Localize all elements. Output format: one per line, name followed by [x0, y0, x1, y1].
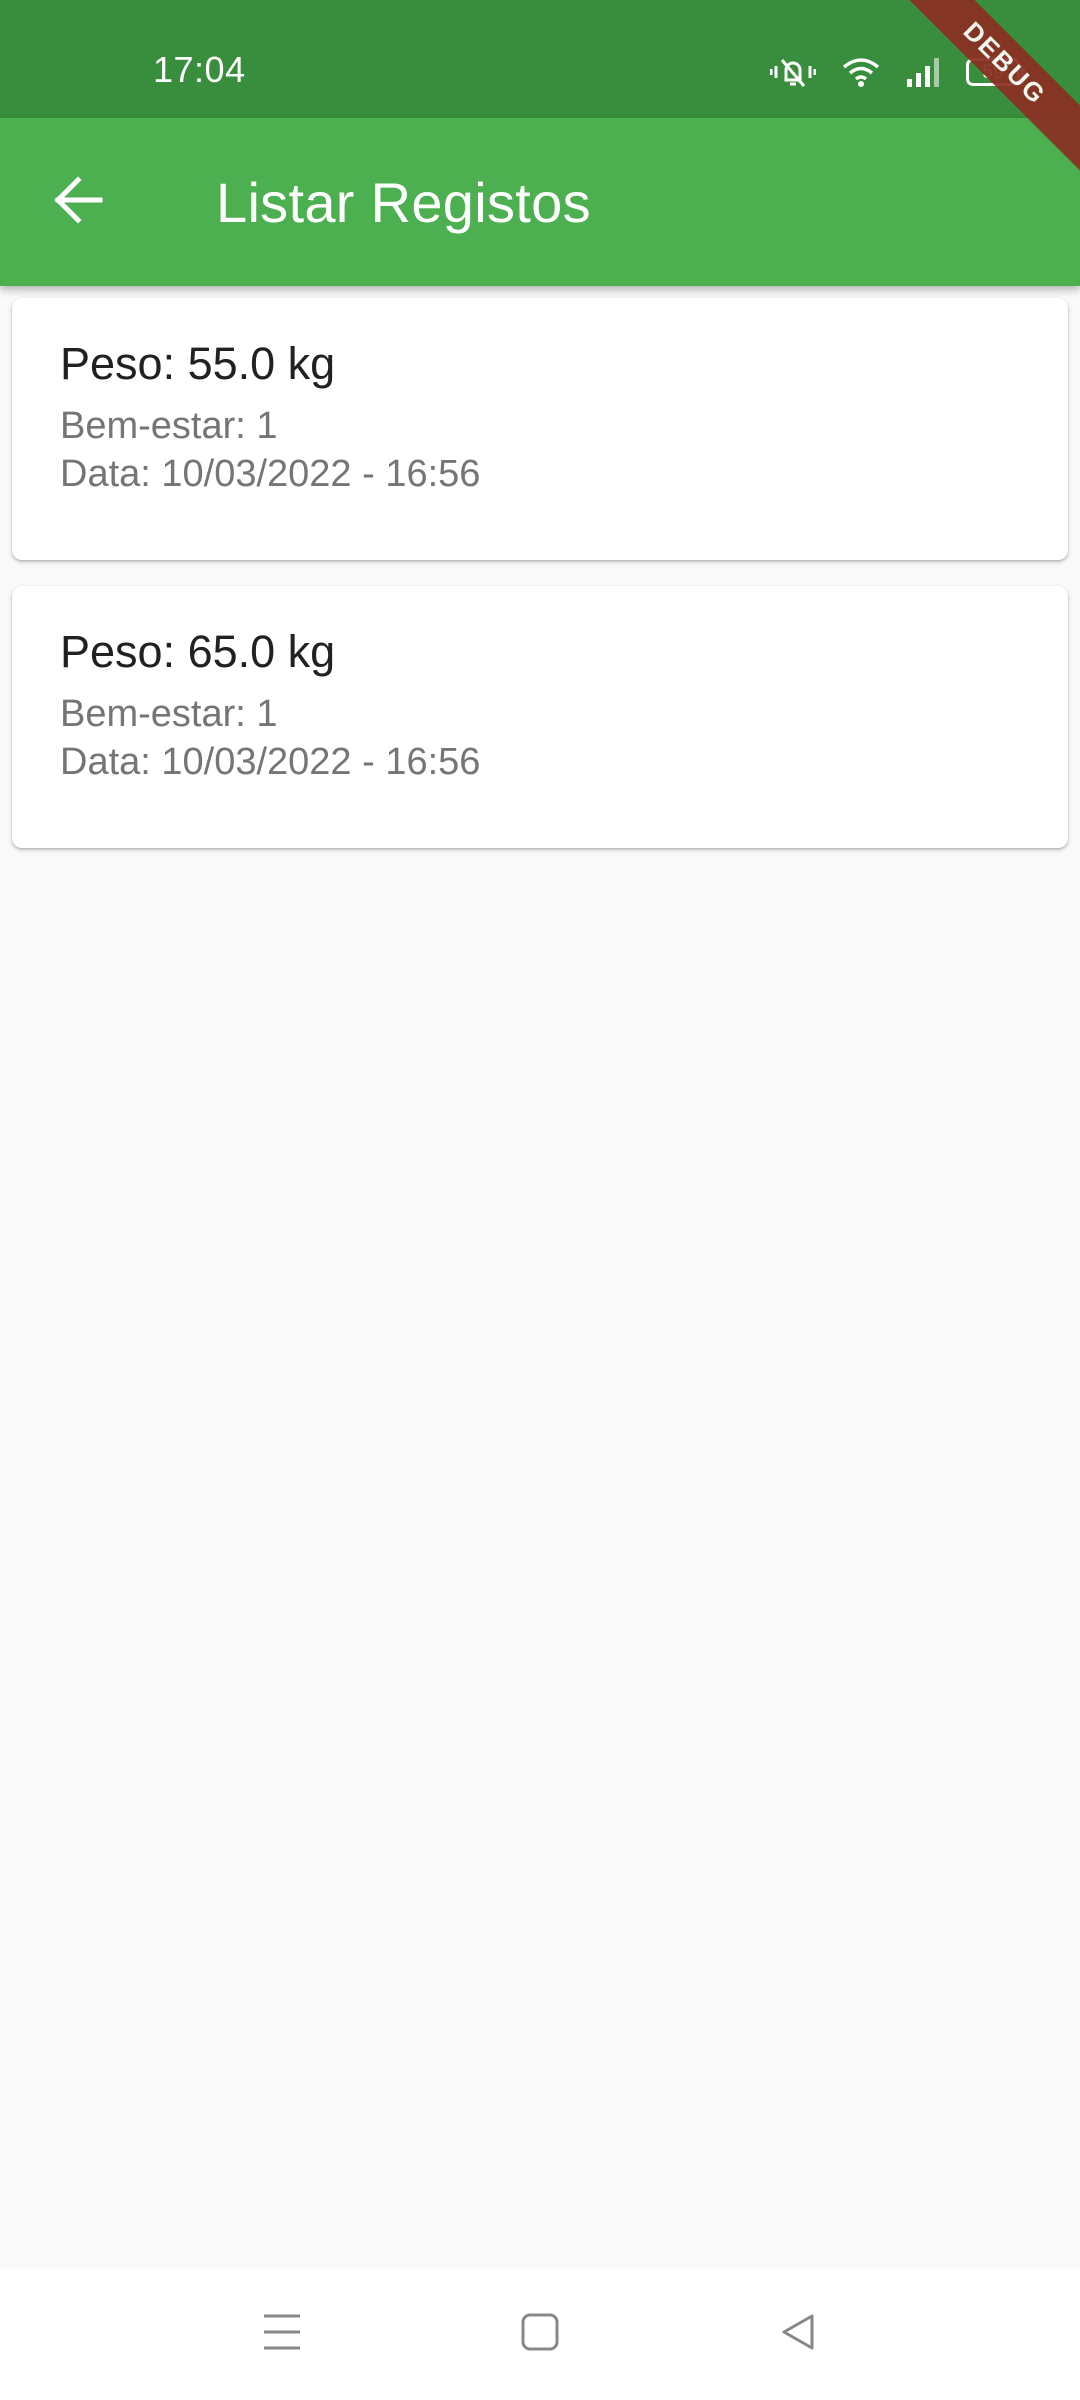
status-time: 17:04: [153, 49, 246, 90]
status-bar: 17:04: [0, 0, 1080, 118]
record-date: Data: 10/03/2022 - 16:56: [60, 453, 481, 495]
back-icon: [778, 2312, 818, 2357]
menu-icon: [262, 2313, 302, 2356]
system-nav-bar: [0, 2268, 1080, 2400]
record-weight: Peso: 55.0 kg: [60, 338, 336, 389]
nav-back-button[interactable]: [768, 2304, 828, 2364]
record-wellbeing: Bem-estar: 1: [60, 693, 278, 735]
record-card[interactable]: Peso: 55.0 kg Bem-estar: 1 Data: 10/03/2…: [12, 298, 1068, 560]
vibrate-icon: [770, 56, 816, 88]
record-date: Data: 10/03/2022 - 16:56: [60, 741, 481, 783]
page-title: Listar Registos: [216, 170, 591, 234]
app-bar: Listar Registos: [0, 118, 1080, 286]
nav-menu-button[interactable]: [252, 2304, 312, 2364]
back-button[interactable]: [36, 160, 120, 244]
record-wellbeing: Bem-estar: 1: [60, 405, 278, 447]
wifi-icon: [842, 57, 880, 87]
nav-home-button[interactable]: [510, 2304, 570, 2364]
home-icon: [520, 2312, 560, 2357]
record-weight: Peso: 65.0 kg: [60, 626, 336, 677]
arrow-back-icon: [52, 174, 104, 231]
signal-icon: [906, 57, 940, 87]
record-card[interactable]: Peso: 65.0 kg Bem-estar: 1 Data: 10/03/2…: [12, 586, 1068, 848]
records-list: Peso: 55.0 kg Bem-estar: 1 Data: 10/03/2…: [12, 298, 1068, 874]
